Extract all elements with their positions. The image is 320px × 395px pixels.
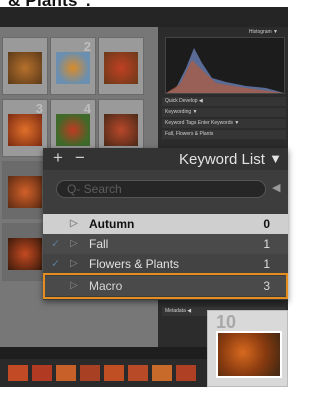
macro-highlight-box <box>43 273 288 299</box>
keyword-list-panel: + − Keyword List ▼ Q- Search ◀ ▷ Autumn … <box>43 148 288 300</box>
photo-thumbnail <box>8 238 42 270</box>
top-strip <box>0 7 288 27</box>
filmstrip-thumb[interactable] <box>104 365 124 381</box>
grid-cell[interactable] <box>98 37 144 95</box>
checkmark-icon[interactable]: ✓ <box>51 234 60 254</box>
keyword-count: 1 <box>263 257 270 271</box>
checkmark-icon[interactable]: ✓ <box>51 254 60 274</box>
expand-arrow-icon[interactable]: ▷ <box>70 234 78 254</box>
grid-cell[interactable]: 3 <box>2 99 48 157</box>
photo-thumbnail <box>56 114 90 146</box>
filmstrip-thumb[interactable] <box>152 365 172 381</box>
keyword-count: 0 <box>263 217 270 231</box>
photo-thumbnail <box>104 114 138 146</box>
keyword-list-title: Keyword List <box>179 151 265 168</box>
grid-cell[interactable] <box>2 161 48 219</box>
filmstrip-thumb[interactable] <box>8 365 28 381</box>
keyword-row-autumn[interactable]: ▷ Autumn 0 <box>43 214 288 234</box>
histogram <box>165 37 285 94</box>
filmstrip-thumb[interactable] <box>56 365 76 381</box>
collapse-triangle-icon[interactable]: ▼ <box>269 151 282 166</box>
histogram-graph <box>166 48 284 93</box>
expand-arrow-icon[interactable]: ▷ <box>70 254 78 274</box>
photo-thumbnail <box>8 52 42 84</box>
panel-row[interactable]: Keywording ▼ <box>162 108 286 117</box>
keyword-list-header: + − Keyword List ▼ <box>43 148 288 170</box>
panel-row: Fall, Flowers & Plants <box>162 130 286 139</box>
keyword-search-input[interactable]: Q- Search <box>56 180 266 198</box>
callout-photo: 10 <box>207 310 288 387</box>
expand-arrow-icon[interactable]: ▷ <box>70 214 78 234</box>
grid-cell[interactable] <box>2 223 48 281</box>
photo-thumbnail <box>104 52 138 84</box>
grid-cell[interactable]: 2 <box>50 37 96 95</box>
filmstrip-thumb[interactable] <box>32 365 52 381</box>
keyword-label: Autumn <box>89 217 135 231</box>
callout-number: 10 <box>216 312 237 332</box>
photo-thumbnail <box>8 176 42 208</box>
keyword-row-fall[interactable]: ✓ ▷ Fall 1 <box>43 234 288 254</box>
photo-thumbnail <box>8 114 42 146</box>
search-options-icon[interactable]: ◀ <box>272 181 280 194</box>
histogram-label[interactable]: Histogram ▼ <box>249 29 278 35</box>
panel-row[interactable]: Keyword Tags Enter Keywords ▼ <box>162 119 286 128</box>
remove-keyword-button[interactable]: − <box>75 148 85 168</box>
keyword-label: Fall <box>89 237 109 251</box>
keyword-label: Flowers & Plants <box>89 257 180 271</box>
keyword-count: 1 <box>263 237 270 251</box>
grid-cell[interactable] <box>2 37 48 95</box>
filmstrip-thumb[interactable] <box>80 365 100 381</box>
add-keyword-button[interactable]: + <box>53 148 63 168</box>
callout-image <box>216 331 282 378</box>
keyword-row-flowers-plants[interactable]: ✓ ▷ Flowers & Plants 1 <box>43 254 288 274</box>
filmstrip-thumb[interactable] <box>128 365 148 381</box>
filmstrip-thumb[interactable] <box>176 365 196 381</box>
panel-row[interactable]: Quick Develop ◀ <box>162 97 286 106</box>
photo-thumbnail <box>56 52 90 84</box>
